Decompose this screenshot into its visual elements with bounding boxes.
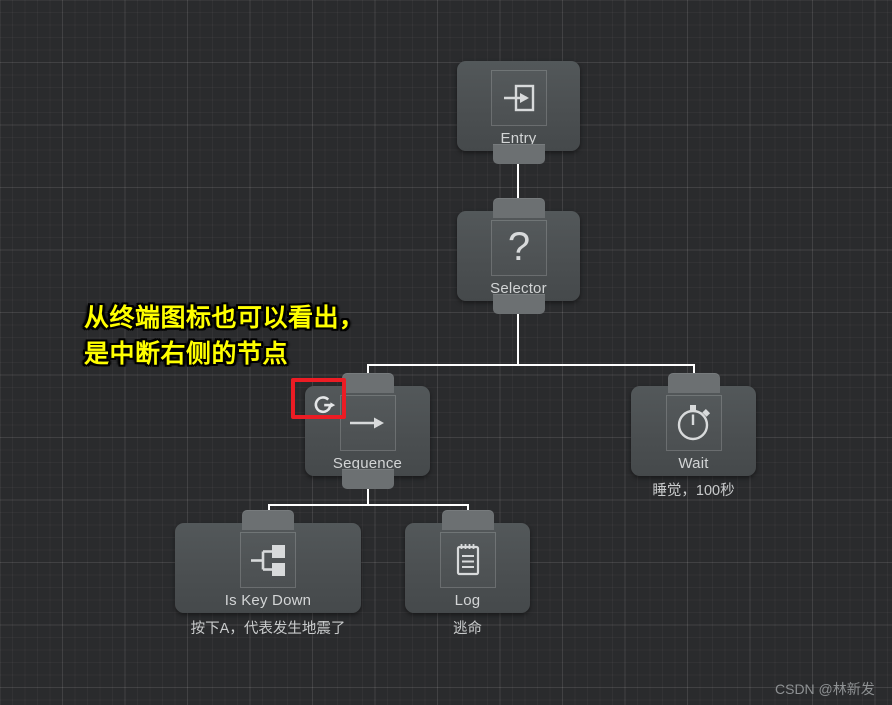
behaviour-tree-canvas[interactable]: Entry ? Selector Sequence Wait 睡觉，100秒 I… [0,0,892,705]
question-mark-icon: ? [490,220,547,276]
node-entry[interactable]: Entry [457,61,580,164]
annotation-line-2: 是中断右侧的节点 [84,339,289,368]
stopwatch-icon [665,395,722,451]
node-label: Log [454,592,481,609]
right-arrow-icon [339,395,396,451]
node-port-bottom[interactable] [492,144,545,164]
node-port-bottom[interactable] [492,294,545,314]
node-port-top[interactable] [667,373,720,393]
node-port-top[interactable] [242,510,294,530]
node-caption-log: 逃命 [453,621,482,637]
node-wait[interactable]: Wait [631,373,756,476]
entry-arrow-icon [490,70,547,126]
node-is-key-down[interactable]: Is Key Down [175,510,361,613]
edge-sequence-bus [268,504,469,506]
abort-highlight-box [291,378,346,419]
node-port-top[interactable] [441,510,494,530]
notepad-icon [439,532,496,588]
node-caption-is-key-down: 按下A，代表发生地震了 [190,621,346,637]
svg-text:?: ? [507,227,529,269]
node-log[interactable]: Log [405,510,530,613]
node-selector[interactable]: ? Selector [457,198,580,314]
node-port-top[interactable] [341,373,394,393]
node-label: Is Key Down [224,592,312,609]
node-port-bottom[interactable] [341,469,394,489]
annotation-line-1: 从终端图标也可以看出， [84,303,365,332]
edge-selector-bus [367,364,695,366]
node-label: Wait [678,455,709,472]
node-port-top[interactable] [492,198,545,218]
watermark: CSDN @林新发 [775,681,875,697]
branch-split-icon [240,532,296,588]
node-caption-wait: 睡觉，100秒 [652,483,735,499]
